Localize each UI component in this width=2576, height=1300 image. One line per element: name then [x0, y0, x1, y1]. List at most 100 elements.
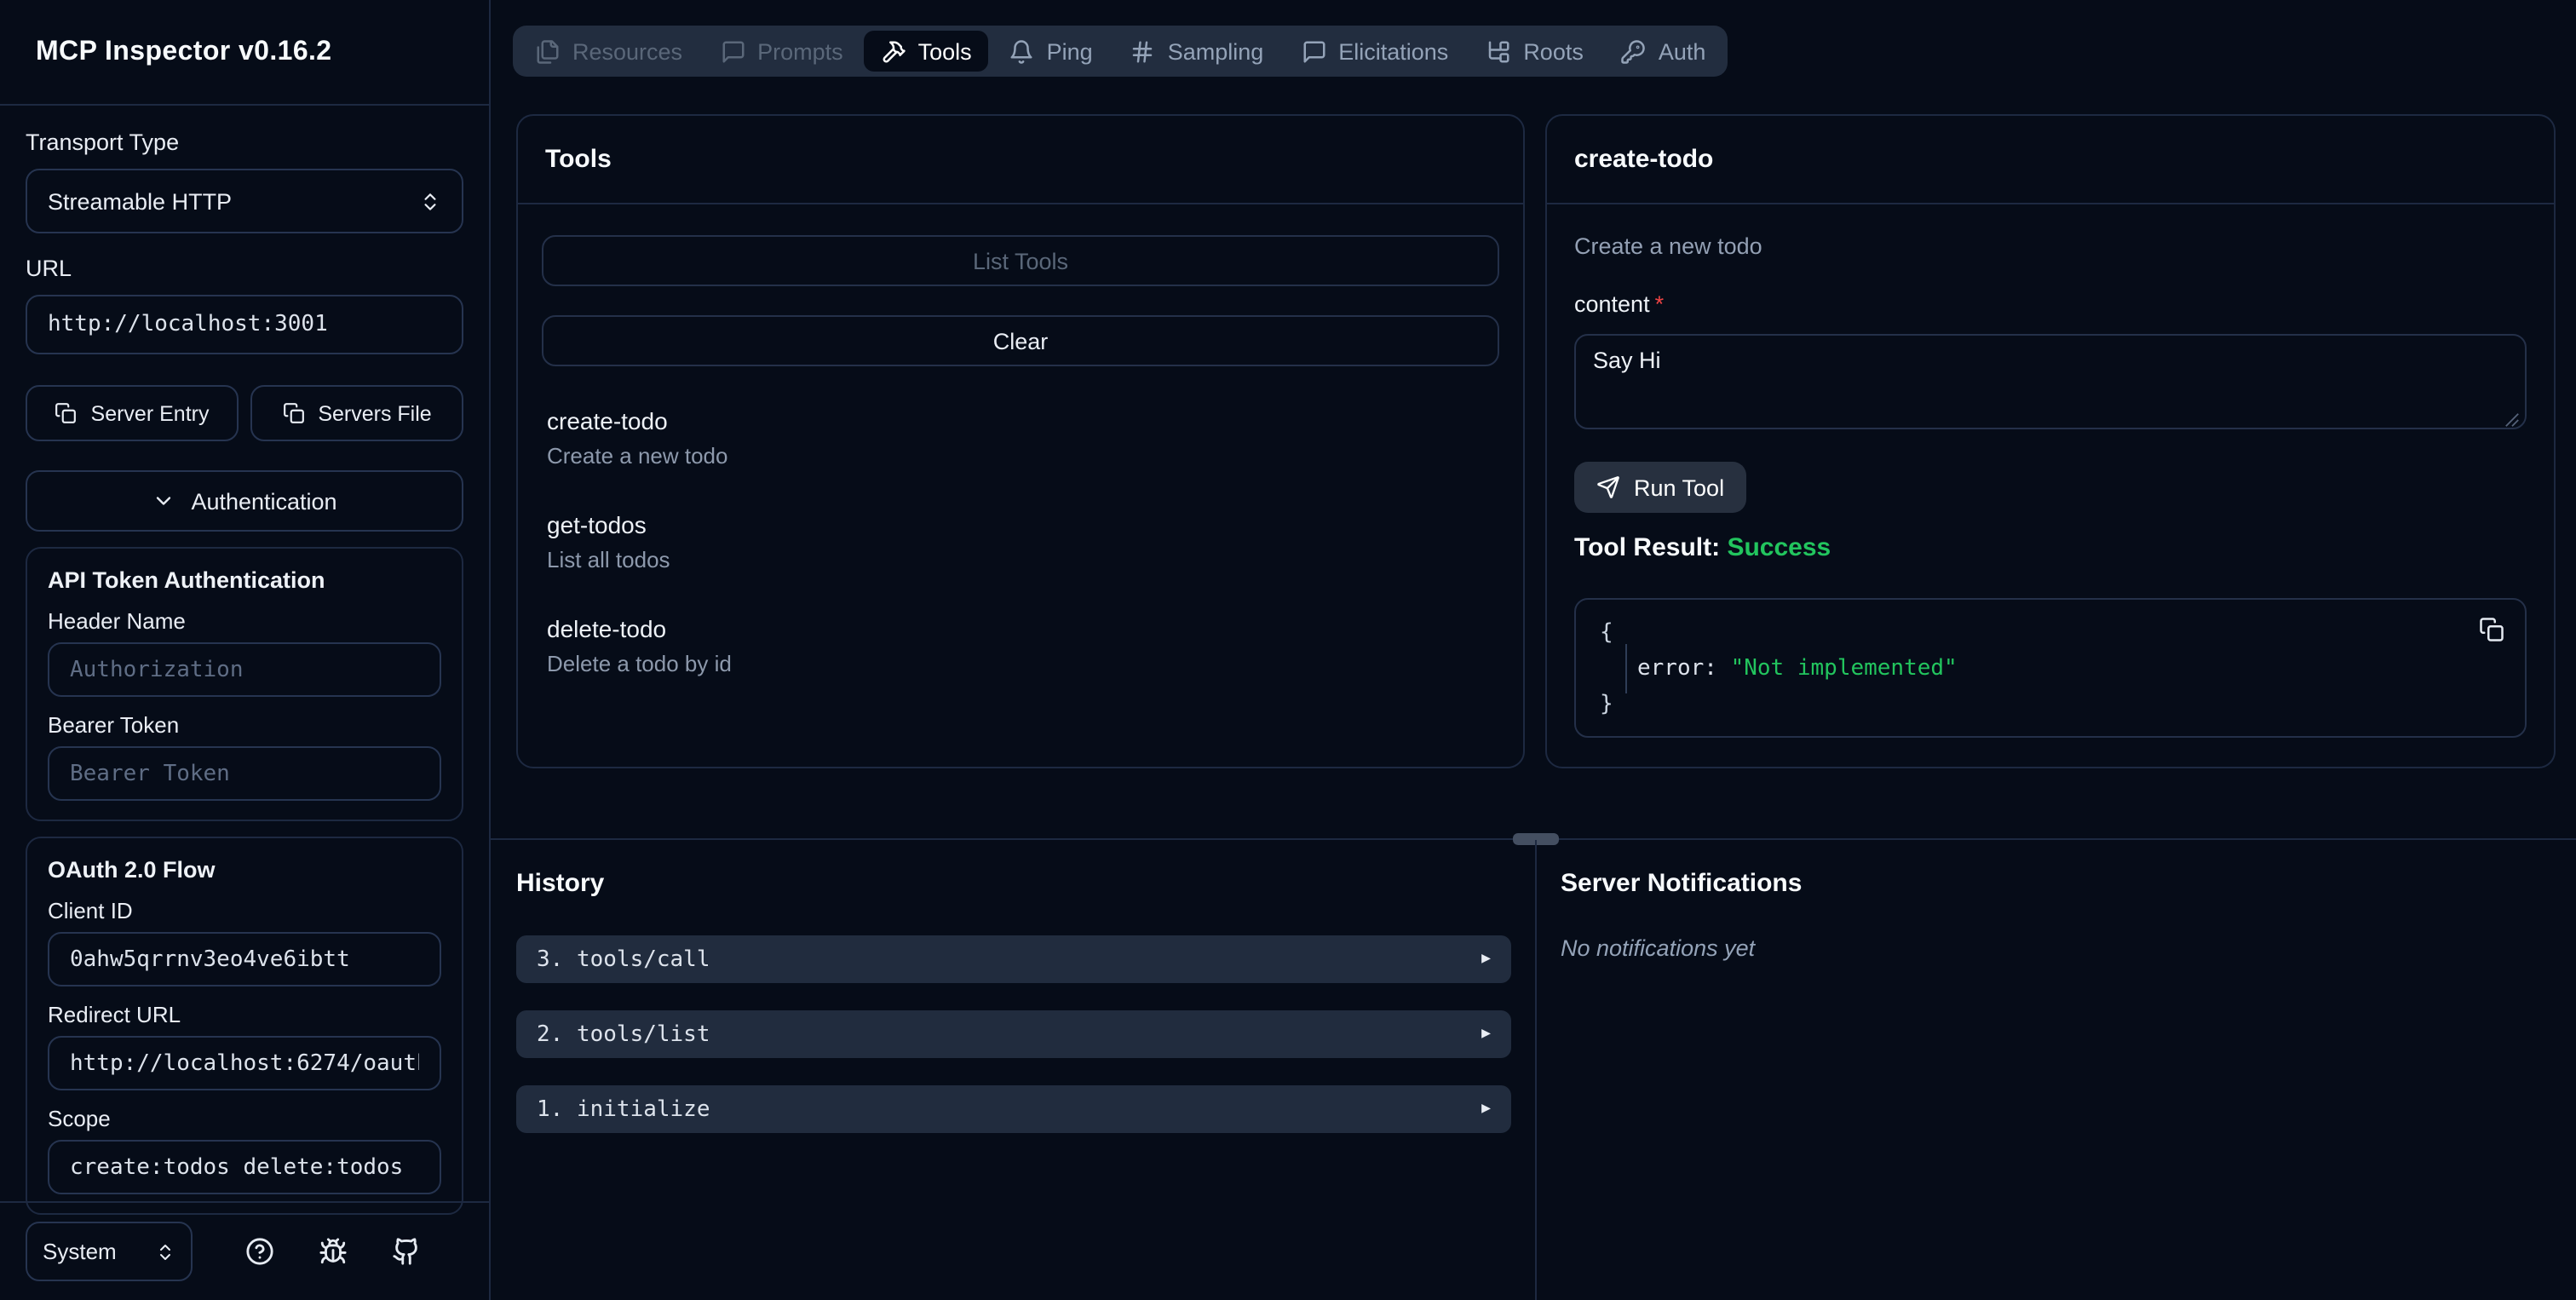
textarea-resize-handle[interactable] — [2504, 412, 2520, 428]
expand-triangle-icon: ▶ — [1481, 1101, 1491, 1118]
header-name-input[interactable] — [48, 642, 441, 697]
tab-label: Roots — [1523, 38, 1584, 64]
tab-label: Auth — [1658, 38, 1706, 64]
header-name-label: Header Name — [48, 608, 186, 634]
json-value: "Not implemented" — [1730, 656, 1958, 682]
url-input[interactable] — [26, 295, 463, 354]
list-tools-button[interactable]: List Tools — [542, 235, 1499, 286]
redirect-url-label: Redirect URL — [48, 1002, 181, 1027]
tab-label: Resources — [572, 38, 683, 64]
transport-type-select[interactable]: Streamable HTTP — [26, 169, 463, 233]
tool-detail-body: Create a new todo content * Say Hi Run To… — [1547, 204, 2554, 765]
client-id-label: Client ID — [48, 898, 133, 923]
servers-file-button[interactable]: Servers File — [250, 385, 463, 441]
copy-buttons-row: Server Entry Servers File — [26, 385, 463, 441]
url-label: URL — [26, 256, 72, 281]
message-square-icon — [722, 40, 744, 62]
tool-result-status: Success — [1727, 533, 1831, 562]
expand-triangle-icon: ▶ — [1481, 951, 1491, 968]
clear-tools-button[interactable]: Clear — [542, 315, 1499, 366]
bearer-token-input[interactable] — [48, 746, 441, 801]
tool-description: List all todos — [547, 547, 670, 572]
tool-list-item-get-todos[interactable]: get-todos List all todos — [547, 511, 1494, 574]
json-key: error: — [1637, 656, 1717, 682]
json-open-brace: { — [1600, 620, 1613, 646]
app-title: MCP Inspector v0.16.2 — [36, 37, 332, 66]
tab-resources[interactable]: Resources — [518, 31, 699, 72]
tab-tools[interactable]: Tools — [863, 31, 989, 72]
tool-detail-description: Create a new todo — [1574, 233, 1762, 259]
scope-input[interactable] — [48, 1140, 441, 1194]
param-textarea-wrap: Say Hi — [1574, 334, 2527, 438]
history-row-tools-call[interactable]: 3. tools/call ▶ — [516, 935, 1511, 983]
tool-description: Delete a todo by id — [547, 651, 732, 676]
param-label-text: content — [1574, 291, 1650, 317]
sidebar-header: MCP Inspector v0.16.2 — [0, 0, 489, 106]
client-id-input[interactable] — [48, 932, 441, 987]
bug-icon — [319, 1238, 347, 1264]
run-tool-label: Run Tool — [1634, 475, 1725, 500]
oauth-card: OAuth 2.0 Flow Client ID Redirect URL Sc… — [26, 837, 463, 1215]
transport-type-value: Streamable HTTP — [48, 188, 233, 214]
copy-result-button[interactable] — [2479, 617, 2504, 642]
help-circle-icon — [246, 1238, 273, 1265]
bug-report-button[interactable] — [319, 1237, 348, 1266]
tab-roots[interactable]: Roots — [1469, 31, 1601, 72]
theme-select[interactable]: System — [26, 1222, 193, 1281]
send-icon — [1597, 476, 1619, 498]
tab-elicitations[interactable]: Elicitations — [1284, 31, 1465, 72]
hash-icon — [1133, 40, 1153, 62]
help-button[interactable] — [245, 1237, 274, 1266]
files-icon — [537, 39, 559, 63]
api-token-title: API Token Authentication — [48, 567, 325, 593]
json-space — [1717, 656, 1731, 682]
authentication-toggle[interactable]: Authentication — [26, 470, 463, 532]
no-notifications-message: No notifications yet — [1561, 935, 1756, 961]
history-row-initialize[interactable]: 1. initialize ▶ — [516, 1085, 1511, 1133]
bearer-token-label: Bearer Token — [48, 712, 180, 738]
bell-icon — [1011, 39, 1033, 63]
history-row-label: 2. tools/list — [537, 1021, 710, 1047]
github-icon — [393, 1238, 417, 1265]
server-entry-button[interactable]: Server Entry — [26, 385, 239, 441]
api-token-card: API Token Authentication Header Name Bea… — [26, 547, 463, 821]
history-row-tools-list[interactable]: 2. tools/list ▶ — [516, 1010, 1511, 1058]
server-entry-label: Server Entry — [90, 401, 210, 425]
param-content-textarea[interactable]: Say Hi — [1574, 334, 2527, 429]
server-notifications-title: Server Notifications — [1561, 869, 1803, 898]
tools-panel-header: Tools — [518, 116, 1523, 204]
redirect-url-input[interactable] — [48, 1036, 441, 1090]
tab-label: Prompts — [757, 38, 843, 64]
tool-list-item-delete-todo[interactable]: delete-todo Delete a todo by id — [547, 615, 1494, 678]
history-title: History — [516, 869, 605, 898]
history-row-label: 3. tools/call — [537, 946, 710, 972]
tool-description: Create a new todo — [547, 443, 728, 469]
tool-list-item-create-todo[interactable]: create-todo Create a new todo — [547, 407, 1494, 470]
sidebar-footer: System — [0, 1201, 489, 1300]
run-tool-button[interactable]: Run Tool — [1574, 462, 1747, 513]
transport-type-label: Transport Type — [26, 129, 180, 155]
tool-detail-panel: create-todo Create a new todo content * S… — [1545, 114, 2556, 768]
tools-panel-body: List Tools Clear create-todo Create a ne… — [518, 204, 1523, 750]
tab-label: Ping — [1046, 38, 1093, 64]
key-icon — [1622, 39, 1646, 63]
copy-icon — [283, 403, 304, 423]
sidebar: MCP Inspector v0.16.2 Transport Type Str… — [0, 0, 491, 1300]
history-row-label: 1. initialize — [537, 1096, 710, 1122]
copy-icon — [55, 403, 77, 423]
chevron-down-icon — [157, 497, 171, 505]
sidebar-body: Transport Type Streamable HTTP URL Serve… — [0, 106, 489, 1215]
tool-detail-header: create-todo — [1547, 116, 2554, 204]
theme-value: System — [43, 1239, 117, 1264]
authentication-label: Authentication — [191, 488, 337, 514]
tab-ping[interactable]: Ping — [992, 31, 1110, 72]
vertical-divider — [1535, 840, 1537, 1300]
tab-sampling[interactable]: Sampling — [1113, 31, 1281, 72]
tab-prompts[interactable]: Prompts — [703, 31, 860, 72]
github-button[interactable] — [392, 1237, 421, 1266]
message-square-icon — [1302, 40, 1325, 62]
scope-label: Scope — [48, 1106, 111, 1131]
tool-detail-title: create-todo — [1574, 145, 1714, 174]
tool-name: delete-todo — [547, 615, 667, 642]
tab-auth[interactable]: Auth — [1604, 31, 1723, 72]
